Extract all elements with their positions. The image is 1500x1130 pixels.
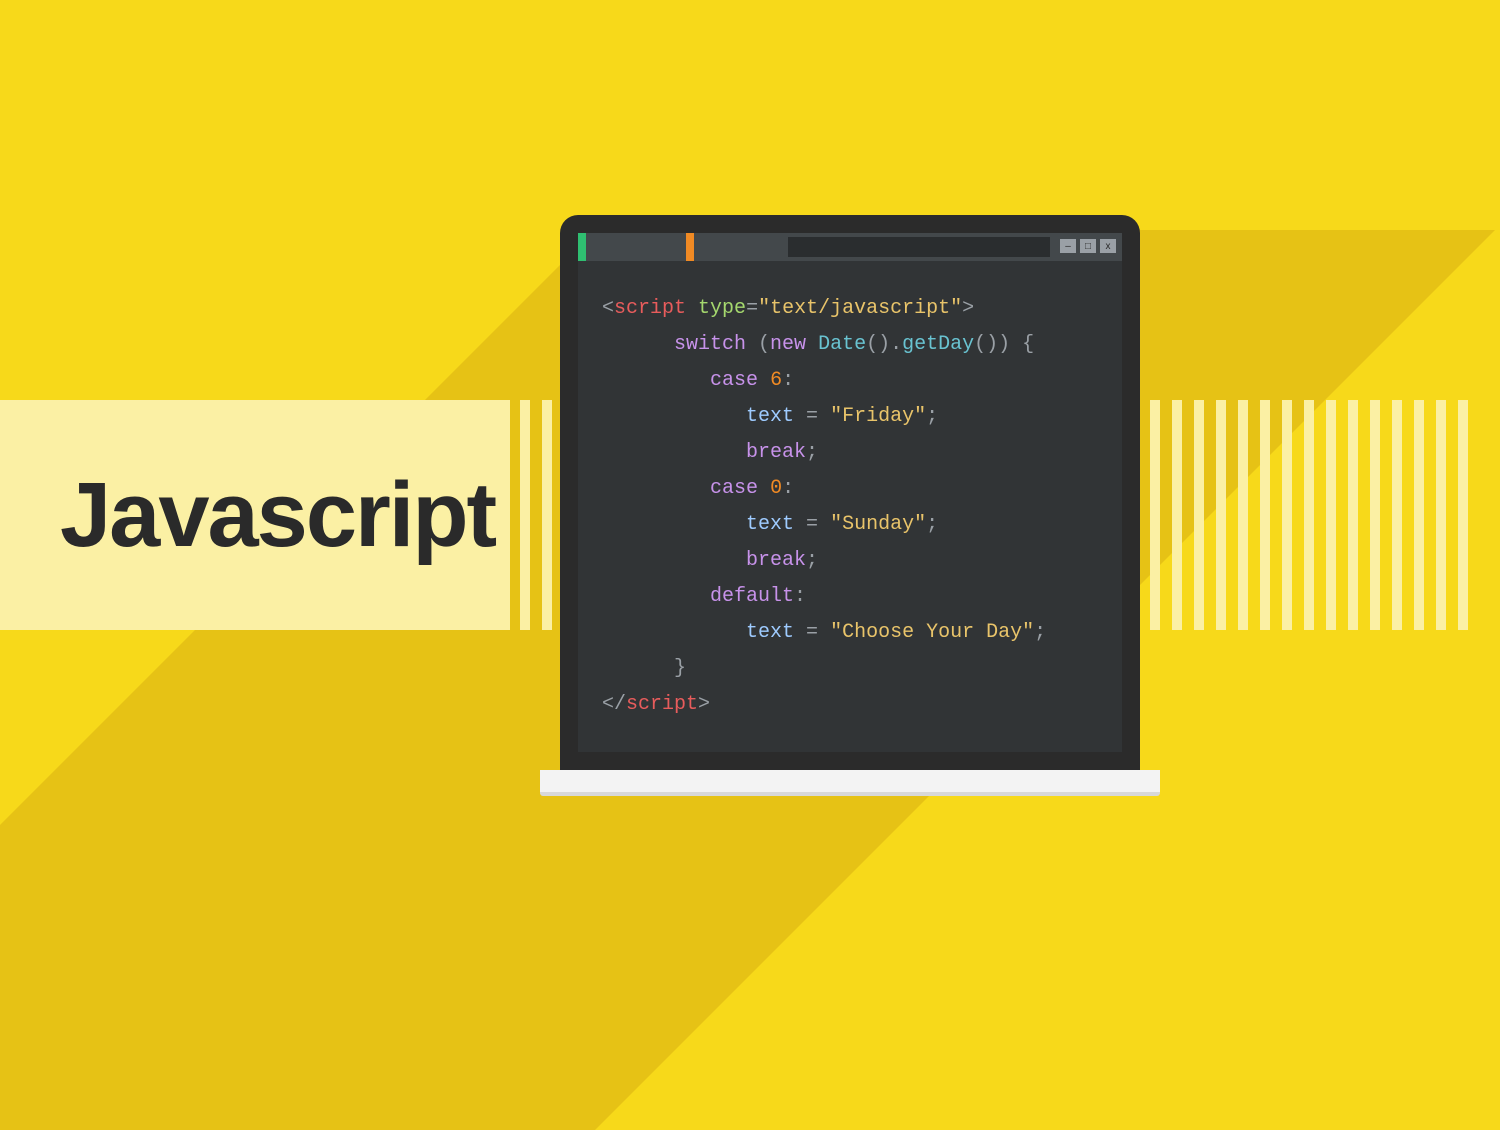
code-token: 0	[770, 477, 782, 500]
code-token: ;	[926, 513, 938, 536]
decorative-bars-right	[1150, 400, 1500, 630]
tab-accent-icon	[578, 233, 586, 261]
code-token: "Friday"	[830, 405, 926, 428]
code-token: >	[698, 693, 710, 716]
screen-frame: – □ x <script type="text/javascript"> sw…	[560, 215, 1140, 770]
code-token: =	[794, 621, 830, 644]
code-token: :	[782, 477, 794, 500]
code-token: }	[674, 657, 686, 680]
code-token	[758, 369, 770, 392]
maximize-button[interactable]: □	[1080, 239, 1096, 253]
code-token	[686, 297, 698, 320]
code-token: case	[710, 477, 758, 500]
code-token: </	[602, 693, 626, 716]
code-token: ;	[806, 549, 818, 572]
laptop-base	[540, 770, 1160, 796]
code-token: <	[602, 297, 614, 320]
code-token: >	[962, 297, 974, 320]
close-button[interactable]: x	[1100, 239, 1116, 253]
code-token: type	[698, 297, 746, 320]
tab-accent-icon	[686, 233, 694, 261]
code-editor-screen: – □ x <script type="text/javascript"> sw…	[578, 233, 1122, 752]
code-token: "text/javascript"	[758, 297, 962, 320]
code-token: getDay	[902, 333, 974, 356]
editor-tab-strip: – □ x	[578, 233, 1122, 261]
code-token: text	[746, 405, 794, 428]
code-token: 6	[770, 369, 782, 392]
code-token: Date	[818, 333, 866, 356]
code-token: text	[746, 513, 794, 536]
minimize-button[interactable]: –	[1060, 239, 1076, 253]
code-token	[758, 477, 770, 500]
code-token: default	[710, 585, 794, 608]
code-token: ().	[866, 333, 902, 356]
title-band: Javascript	[0, 400, 510, 630]
code-token: case	[710, 369, 758, 392]
code-token: script	[626, 693, 698, 716]
code-token: :	[782, 369, 794, 392]
code-token: =	[746, 297, 758, 320]
code-token: =	[794, 405, 830, 428]
code-token: switch	[674, 333, 746, 356]
code-token: script	[614, 297, 686, 320]
code-token: ;	[806, 441, 818, 464]
code-token: :	[794, 585, 806, 608]
laptop: – □ x <script type="text/javascript"> sw…	[560, 215, 1140, 796]
code-block: <script type="text/javascript"> switch (…	[578, 261, 1122, 735]
code-token: "Sunday"	[830, 513, 926, 536]
code-token: break	[746, 549, 806, 572]
code-token: ()) {	[974, 333, 1034, 356]
code-token: (	[746, 333, 770, 356]
code-token	[806, 333, 818, 356]
page-title: Javascript	[60, 463, 495, 568]
code-token: text	[746, 621, 794, 644]
code-token: ;	[926, 405, 938, 428]
code-token: =	[794, 513, 830, 536]
address-bar[interactable]	[788, 237, 1050, 257]
code-token: ;	[1034, 621, 1046, 644]
code-token: break	[746, 441, 806, 464]
code-token: new	[770, 333, 806, 356]
code-token: "Choose Your Day"	[830, 621, 1034, 644]
